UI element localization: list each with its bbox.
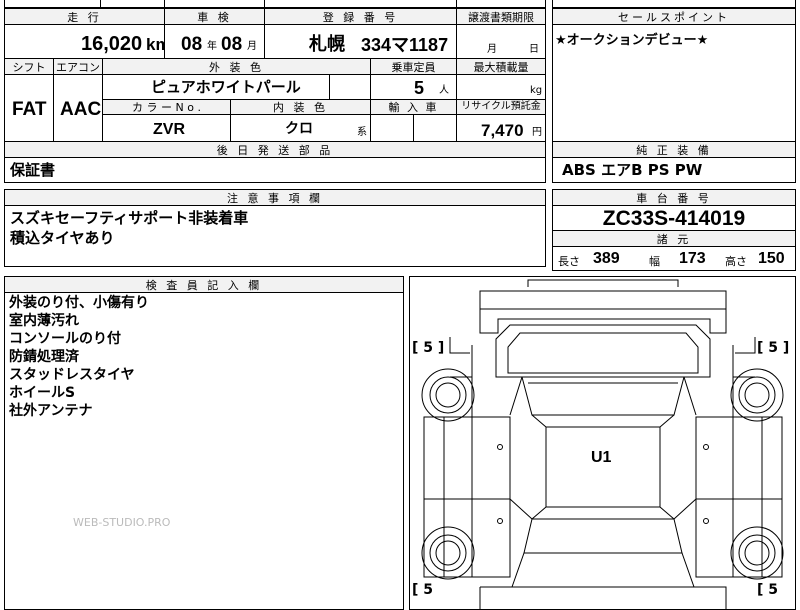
genuine-equipment-value: ABS エアB PS PW — [562, 161, 703, 179]
notes-line: スズキセーフティサポート非装着車 — [10, 209, 249, 227]
tire-tread-rear-left: [ 5 — [412, 582, 434, 598]
tire-front-right-icon — [730, 368, 784, 422]
interior-color-value: クロ — [285, 121, 313, 137]
width-value: 173 — [679, 250, 706, 267]
import-cell-b — [413, 114, 457, 142]
sales-point-text: ★オークションデビュー★ — [555, 33, 709, 48]
inspector-line: 防錆処理済 — [9, 349, 79, 365]
exterior-color-header: 外 装 色 — [102, 58, 371, 75]
recycle-fee-cell: 7,470 円 — [456, 114, 546, 142]
shift-cell: FAT — [4, 74, 54, 142]
dimensions-cell: 長さ 389 幅 173 高さ 150 — [552, 246, 796, 271]
recycle-fee-value: 7,470 — [481, 121, 524, 140]
inspector-line: スタッドレスタイヤ — [9, 367, 135, 383]
inspector-line: 室内薄汚れ — [9, 313, 79, 329]
transfer-deadline-header: 譲渡書類期限 — [456, 8, 546, 25]
inspector-line: ホイールS — [9, 385, 76, 401]
sales-points-header: セールスポイント — [552, 8, 796, 25]
import-header: 輸 入 車 — [370, 99, 457, 115]
aircon-value: AAC — [60, 99, 102, 120]
mileage-value: 16,020 — [81, 33, 143, 55]
inspector-notes-header: 検 査 員 記 入 欄 — [4, 276, 404, 293]
shift-value: FAT — [12, 99, 47, 120]
exterior-color-cell: ピュアホワイトパール — [102, 74, 330, 100]
dimensions-header: 諸 元 — [552, 230, 796, 247]
genuine-equipment-cell: ABS エアB PS PW — [552, 157, 796, 183]
exterior-color-value: ピュアホワイトパール — [151, 78, 301, 96]
registration-cell: 札幌 334マ1187 — [264, 24, 457, 59]
top-cut-row — [4, 0, 546, 8]
inspector-notes-cell: 外装のり付、小傷有り 室内薄汚れ コンソールのり付 防錆処理済 スタッドレスタイ… — [4, 292, 404, 610]
tire-rear-left-icon — [421, 526, 475, 580]
later-parts-header: 後 日 発 送 部 品 — [4, 141, 546, 158]
tire-rear-right-icon — [730, 526, 784, 580]
capacity-cell: 5 人 — [370, 74, 457, 100]
shift-header: シフト — [4, 58, 54, 75]
mileage-header: 走 行 — [4, 8, 165, 25]
genuine-equipment-header: 純 正 装 備 — [552, 141, 796, 158]
aircon-header: エアコン — [53, 58, 103, 75]
height-value: 150 — [758, 250, 785, 267]
max-load-header: 最大積載量 — [456, 58, 546, 75]
import-cell-a — [370, 114, 414, 142]
tire-tread-rear-right: [ 5 — [757, 582, 779, 598]
later-parts-value: 保証書 — [10, 161, 56, 179]
mileage-cell: 16,020 km — [4, 24, 171, 59]
color-no-cell: ZVR — [102, 114, 231, 142]
inspector-line: 社外アンテナ — [9, 403, 93, 419]
max-load-cell: kg — [456, 74, 546, 100]
chassis-number-cell: ZC33S-414019 — [552, 205, 796, 231]
color-no-value: ZVR — [153, 121, 185, 138]
plate-region: 札幌 — [309, 34, 345, 54]
capacity-header: 乗車定員 — [370, 58, 457, 75]
chassis-number-value: ZC33S-414019 — [602, 207, 746, 230]
tire-front-left-icon — [421, 368, 475, 422]
notes-cell: スズキセーフティサポート非装着車 積込タイヤあり — [4, 205, 546, 267]
inspection-header: 車 検 — [164, 8, 265, 25]
inspector-line: コンソールのり付 — [9, 331, 121, 347]
recycle-fee-header: リサイクル預託金 — [456, 99, 546, 115]
plate-number: 334マ1187 — [361, 35, 449, 55]
length-value: 389 — [593, 250, 620, 267]
interior-grade: U1 — [591, 449, 612, 466]
aircon-cell: AAC — [53, 74, 103, 142]
capacity-value: 5 — [414, 78, 425, 98]
tire-tread-front-left: [ 5 ] — [412, 340, 445, 356]
later-parts-cell: 保証書 — [4, 157, 546, 183]
notes-line: 積込タイヤあり — [10, 229, 115, 247]
interior-color-header: 内 装 色 — [230, 99, 371, 115]
sales-points-cell: ★オークションデビュー★ — [552, 24, 796, 142]
tire-tread-front-right: [ 5 ] — [757, 340, 790, 356]
interior-color-cell: クロ 系 — [230, 114, 371, 142]
inspection-cell: 08 年 08 月 — [164, 24, 265, 59]
color-no-header: カ ラ ー N o . — [102, 99, 231, 115]
registration-header: 登 録 番 号 — [264, 8, 457, 25]
transfer-deadline-cell: 月 日 — [456, 24, 546, 59]
watermark: WEB-STUDIO.PRO — [73, 516, 171, 529]
car-diagram: [ 5 ] [ 5 ] [ 5 [ 5 U1 — [409, 276, 796, 610]
chassis-number-header: 車 台 番 号 — [552, 189, 796, 206]
notes-header: 注 意 事 項 欄 — [4, 189, 546, 206]
inspector-line: 外装のり付、小傷有り — [9, 295, 149, 311]
car-outline-diagram — [421, 279, 784, 609]
